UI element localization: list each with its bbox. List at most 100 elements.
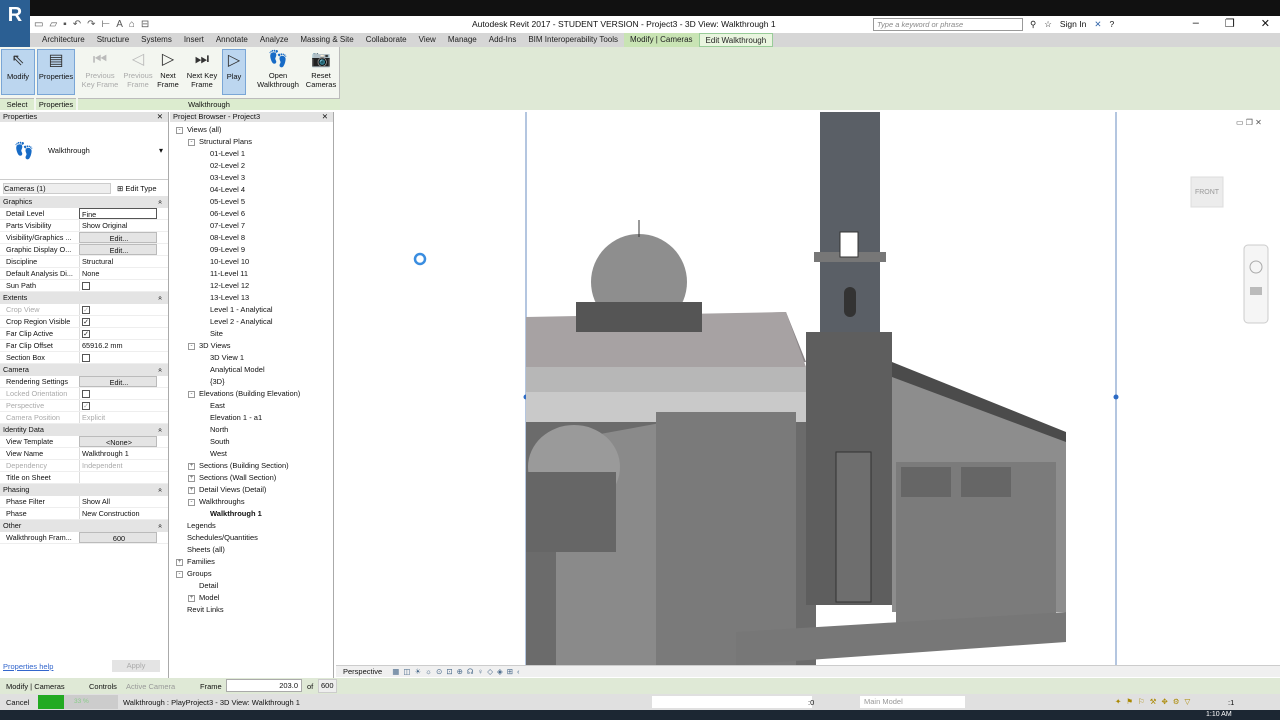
tab-massing-site[interactable]: Massing & Site xyxy=(294,33,359,47)
help-icon[interactable]: ? xyxy=(1109,19,1114,30)
browser-item[interactable]: North xyxy=(170,424,333,436)
navigation-bar[interactable] xyxy=(1243,244,1269,324)
property-value[interactable]: Edit... xyxy=(79,232,157,243)
app-menu-button[interactable]: R xyxy=(0,0,30,47)
collapse-icon[interactable]: - xyxy=(188,390,195,398)
browser-item[interactable]: Walkthrough 1 xyxy=(170,508,333,520)
property-checkbox[interactable] xyxy=(79,280,157,291)
property-value[interactable]: Structural xyxy=(79,256,157,267)
properties-help-link[interactable]: Properties help xyxy=(3,662,53,671)
browser-item[interactable]: 01-Level 1 xyxy=(170,148,333,160)
property-value[interactable]: Show Original xyxy=(79,220,157,231)
expand-icon[interactable]: + xyxy=(176,558,183,566)
modify-button[interactable]: ⇖ Modify xyxy=(1,49,35,95)
browser-item[interactable]: 08-Level 8 xyxy=(170,232,333,244)
browser-item[interactable]: -3D Views xyxy=(170,340,333,352)
browser-item[interactable]: Level 1 - Analytical xyxy=(170,304,333,316)
section-extents[interactable]: Extents xyxy=(0,292,168,304)
browser-item[interactable]: - Views (all) xyxy=(170,124,333,136)
expand-icon[interactable]: + xyxy=(188,462,195,470)
collapse-icon[interactable]: - xyxy=(188,138,195,146)
browser-item[interactable]: Detail xyxy=(170,580,333,592)
expand-icon[interactable]: + xyxy=(188,486,195,494)
section-camera[interactable]: Camera xyxy=(0,364,168,376)
star-icon[interactable]: ☆ xyxy=(1044,19,1052,30)
instance-selector[interactable]: Cameras (1) xyxy=(3,182,111,194)
section-identity-data[interactable]: Identity Data xyxy=(0,424,168,436)
properties-button[interactable]: ▤ Properties xyxy=(37,49,75,95)
sign-in-link[interactable]: Sign In xyxy=(1060,19,1086,30)
browser-item[interactable]: Revit Links xyxy=(170,604,333,616)
design-option-dropdown[interactable]: Main Model xyxy=(860,696,965,708)
property-value[interactable]: Edit... xyxy=(79,376,157,387)
browser-item[interactable]: 09-Level 9 xyxy=(170,244,333,256)
section-other[interactable]: Other xyxy=(0,520,168,532)
tab-annotate[interactable]: Annotate xyxy=(210,33,254,47)
tab-structure[interactable]: Structure xyxy=(91,33,135,47)
browser-item[interactable]: - Elevations (Building Elevation) xyxy=(170,388,333,400)
collapse-icon[interactable]: - xyxy=(188,342,195,350)
property-value[interactable]: Explicit xyxy=(79,412,157,423)
browser-item[interactable]: 13-Level 13 xyxy=(170,292,333,304)
browser-item[interactable]: + Model xyxy=(170,592,333,604)
tab-edit-walkthrough[interactable]: Edit Walkthrough xyxy=(698,33,774,47)
new-icon[interactable]: ▭ xyxy=(34,19,43,30)
cancel-button[interactable]: Cancel xyxy=(6,698,29,707)
play-button[interactable]: ▷ Play xyxy=(222,49,246,95)
browser-item[interactable]: East xyxy=(170,400,333,412)
tab-view[interactable]: View xyxy=(413,33,442,47)
property-value[interactable] xyxy=(79,472,157,483)
previous-key-frame-button[interactable]: ⏮ Previous Key Frame xyxy=(80,49,120,95)
property-value[interactable]: Walkthrough 1 xyxy=(79,448,157,459)
close-hidden-icon[interactable]: ⊟ xyxy=(141,19,149,30)
property-checkbox[interactable]: ✓ xyxy=(79,316,157,327)
open-walkthrough-button[interactable]: 👣 Open Walkthrough xyxy=(253,49,303,95)
browser-item[interactable]: 04-Level 4 xyxy=(170,184,333,196)
close-icon[interactable]: ✕ xyxy=(157,112,163,122)
browser-item[interactable]: Elevation 1 - a1 xyxy=(170,412,333,424)
browser-item[interactable]: - Walkthroughs xyxy=(170,496,333,508)
tab-add-ins[interactable]: Add-Ins xyxy=(483,33,523,47)
tab-insert[interactable]: Insert xyxy=(178,33,210,47)
tab-collaborate[interactable]: Collaborate xyxy=(360,33,413,47)
exchange-icon[interactable]: ✕ xyxy=(1094,19,1101,30)
tab-modify-cameras[interactable]: Modify | Cameras xyxy=(624,33,699,47)
property-value[interactable]: Fine xyxy=(79,208,157,219)
browser-item[interactable]: + Detail Views (Detail) xyxy=(170,484,333,496)
browser-item[interactable]: + Families xyxy=(170,556,333,568)
browser-item[interactable]: + Sections (Building Section) xyxy=(170,460,333,472)
browser-item[interactable]: {3D} xyxy=(170,376,333,388)
property-value[interactable]: Independent xyxy=(79,460,157,471)
tab-manage[interactable]: Manage xyxy=(442,33,483,47)
controls-dropdown[interactable]: Active Camera xyxy=(126,682,175,691)
view-control-icons[interactable]: ▦◫☀☼⊙⊡⊕☊♀◇◈⊞‹ xyxy=(392,667,523,676)
previous-frame-button[interactable]: ◁ Previous Frame xyxy=(120,49,156,95)
browser-item[interactable]: West xyxy=(170,448,333,460)
tab-architecture[interactable]: Architecture xyxy=(36,33,91,47)
open-icon[interactable]: ▱ xyxy=(49,19,57,30)
browser-item[interactable]: 05-Level 5 xyxy=(170,196,333,208)
reset-cameras-button[interactable]: 📷 Reset Cameras xyxy=(304,49,338,95)
browser-item[interactable]: 11-Level 11 xyxy=(170,268,333,280)
browser-item[interactable]: 06-Level 6 xyxy=(170,208,333,220)
frame-input[interactable]: 203.0 xyxy=(226,679,302,692)
browser-item[interactable]: South xyxy=(170,436,333,448)
browser-item[interactable]: 12-Level 12 xyxy=(170,280,333,292)
collapse-icon[interactable]: - xyxy=(176,126,183,134)
type-selector[interactable]: 👣 Walkthrough ▾ xyxy=(0,122,168,180)
property-value[interactable]: Show All xyxy=(79,496,157,507)
close-icon[interactable]: ✕ xyxy=(322,112,328,122)
property-value[interactable]: None xyxy=(79,268,157,279)
next-key-frame-button[interactable]: ⏭ Next Key Frame xyxy=(183,49,221,95)
tab-analyze[interactable]: Analyze xyxy=(254,33,294,47)
expand-icon[interactable]: + xyxy=(188,474,195,482)
browser-item[interactable]: Analytical Model xyxy=(170,364,333,376)
browser-item[interactable]: Site xyxy=(170,328,333,340)
browser-item[interactable]: Sheets (all) xyxy=(170,544,333,556)
property-checkbox[interactable]: ✓ xyxy=(79,400,157,411)
restore-button[interactable]: ❐ xyxy=(1225,17,1235,30)
browser-item[interactable]: 03-Level 3 xyxy=(170,172,333,184)
redo-icon[interactable]: ↷ xyxy=(87,19,95,30)
browser-item[interactable]: Schedules/Quantities xyxy=(170,532,333,544)
property-checkbox[interactable] xyxy=(79,388,157,399)
